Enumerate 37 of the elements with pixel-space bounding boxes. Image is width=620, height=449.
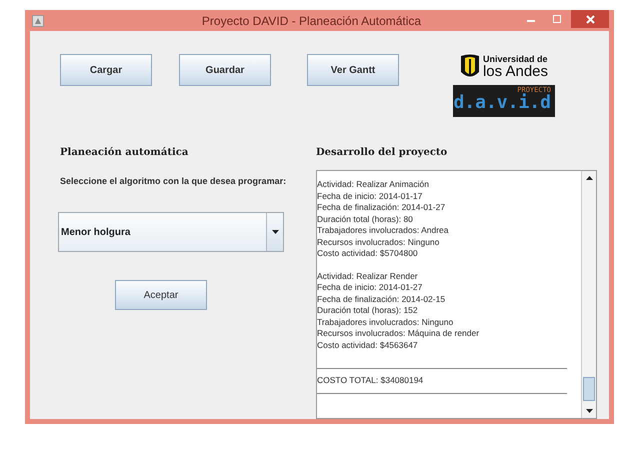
text-line: Duración total (horas): 80 [317, 214, 414, 225]
text-line: Costo actividad: $4563647 [317, 340, 419, 351]
scroll-down-icon [586, 409, 592, 413]
text-line: Trabajadores involucrados: Andrea [317, 225, 450, 236]
text-line: Actividad: Realizar Animación [317, 179, 430, 190]
text-area[interactable] [316, 170, 597, 419]
toolbar-button[interactable]: Ver Gantt [307, 54, 399, 86]
algorithm-dropdown[interactable]: Menor holgura [58, 212, 284, 252]
text-line: Costo actividad: $5704800 [317, 248, 419, 260]
section-heading: Planeación automática [60, 147, 190, 158]
logo-text: los Andes [482, 64, 548, 79]
text-line: Fecha de finalización: 2014-01-27 [317, 202, 446, 214]
window-title: Proyecto DAVID - Planeación Automática [200, 14, 422, 28]
text-line: Fecha de inicio: 2014-01-27 [317, 282, 424, 294]
logo-text: d.a.v.i.d [453, 94, 551, 112]
algorithm-label: Seleccione el algoritmo con la que desea programar: [60, 176, 288, 186]
text-line: Recursos involucrados: Máquina de render [317, 328, 480, 340]
text-line: Trabajadores involucrados: Ninguno [317, 316, 454, 328]
text-line: Duración total (horas): 152 [317, 305, 419, 316]
toolbar-button[interactable]: Cargar [60, 54, 152, 86]
section-heading: Desarrollo del proyecto [316, 147, 448, 158]
scrollbar[interactable] [581, 171, 596, 418]
close-icon [586, 14, 594, 24]
text-line: Fecha de inicio: 2014-01-17 [317, 190, 424, 202]
scroll-thumb[interactable] [583, 377, 595, 401]
accept-button[interactable]: Aceptar [115, 280, 207, 310]
close-button[interactable] [571, 10, 609, 28]
text-line: Recursos involucrados: Ninguno [317, 236, 440, 248]
text-line: COSTO TOTAL: $34080194 [317, 375, 424, 386]
app-icon [32, 14, 44, 26]
caret-icon [272, 230, 278, 234]
logo-text: Universidad de [482, 55, 548, 64]
text-line: Actividad: Realizar Render [317, 270, 419, 282]
text-line: Fecha de finalización: 2014-02-15 [317, 294, 446, 305]
maximize-icon [553, 15, 561, 23]
scroll-up-icon [586, 176, 592, 180]
toolbar-button[interactable]: Guardar [179, 54, 271, 86]
